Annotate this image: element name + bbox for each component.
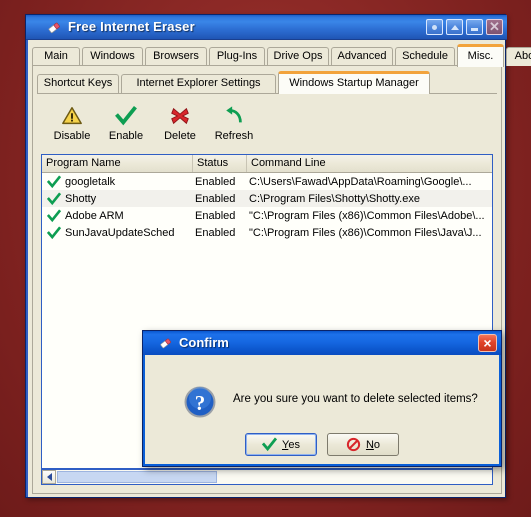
- scroll-left-icon: [46, 473, 52, 481]
- red-x-icon: [168, 104, 192, 128]
- disable-button-label: Disable: [53, 130, 91, 142]
- row-program-name: SunJavaUpdateSched: [65, 226, 175, 239]
- refresh-button-label: Refresh: [214, 130, 254, 142]
- tab-advanced[interactable]: Advanced: [331, 47, 393, 66]
- row-command-line: "C:\Program Files (x86)\Common Files\Jav…: [249, 226, 482, 239]
- enable-button[interactable]: Enable: [99, 100, 153, 154]
- tab-drive-ops[interactable]: Drive Ops: [267, 47, 329, 66]
- subtab-ie-settings[interactable]: Internet Explorer Settings: [121, 74, 276, 93]
- listview-header: Program Name Status Command Line: [42, 155, 492, 173]
- row-status: Enabled: [195, 226, 236, 239]
- dialog-close-button[interactable]: ×: [478, 334, 497, 352]
- yes-button-label: Yes: [282, 439, 300, 451]
- row-command-line: C:\Users\Fawad\AppData\Roaming\Google\..…: [249, 175, 472, 188]
- tab-main[interactable]: Main: [32, 47, 80, 66]
- svg-text:?: ?: [195, 391, 206, 415]
- row-status: Enabled: [195, 209, 236, 222]
- scrollbar-track[interactable]: [56, 470, 492, 484]
- row-program-name-cell: Shotty: [42, 191, 193, 207]
- row-status: Enabled: [195, 175, 236, 188]
- delete-button[interactable]: Delete: [153, 100, 207, 154]
- green-check-icon: [47, 191, 61, 205]
- table-row[interactable]: SunJavaUpdateSched Enabled "C:\Program F…: [42, 224, 492, 241]
- disable-button[interactable]: Disable: [45, 100, 99, 154]
- column-header-program-name[interactable]: Program Name: [42, 155, 193, 172]
- no-entry-icon: [346, 437, 361, 452]
- window-buttons: ✕: [426, 19, 503, 35]
- dialog-titlebar[interactable]: Confirm ×: [143, 331, 501, 355]
- rollup-button[interactable]: [426, 19, 443, 35]
- row-command-line: "C:\Program Files (x86)\Common Files\Ado…: [249, 209, 485, 222]
- dialog-body: ? Are you sure you want to delete select…: [145, 355, 499, 464]
- window-titlebar[interactable]: Free Internet Eraser ✕: [26, 15, 507, 40]
- minimize-icon: [471, 28, 478, 31]
- no-rest: o: [373, 438, 381, 451]
- row-program-name: Adobe ARM: [65, 209, 124, 222]
- yes-button[interactable]: Yes: [245, 433, 317, 456]
- chevron-up-icon: [450, 24, 459, 30]
- eraser-icon: [160, 338, 171, 349]
- close-icon: ✕: [489, 19, 500, 34]
- tab-misc[interactable]: Misc.: [457, 44, 504, 67]
- refresh-arrow-icon: [222, 104, 246, 128]
- dot-icon: [432, 24, 437, 30]
- row-program-name-cell: SunJavaUpdateSched: [42, 225, 193, 241]
- warning-triangle-icon: [60, 104, 84, 128]
- row-program-name-cell: googletalk: [42, 174, 193, 190]
- green-check-icon: [47, 174, 61, 188]
- question-mark-icon: ?: [184, 386, 216, 418]
- row-program-name: googletalk: [65, 175, 116, 188]
- table-row[interactable]: Adobe ARM Enabled "C:\Program Files (x86…: [42, 207, 492, 224]
- column-header-status[interactable]: Status: [193, 155, 247, 172]
- eraser-icon: [48, 22, 60, 33]
- refresh-button[interactable]: Refresh: [207, 100, 261, 154]
- scroll-left-button[interactable]: [42, 470, 56, 484]
- enable-button-label: Enable: [108, 130, 144, 142]
- table-row[interactable]: Shotty Enabled C:\Program Files\Shotty\S…: [42, 190, 492, 207]
- toolbar: Disable Enable Delete Refresh: [45, 100, 485, 154]
- close-button[interactable]: ✕: [486, 19, 503, 35]
- subtab-shortcut-keys[interactable]: Shortcut Keys: [37, 74, 119, 93]
- minimize-button[interactable]: [466, 19, 483, 35]
- tab-windows[interactable]: Windows: [82, 47, 143, 66]
- green-check-icon: [262, 437, 278, 452]
- restore-up-button[interactable]: [446, 19, 463, 35]
- row-command-line: C:\Program Files\Shotty\Shotty.exe: [249, 192, 420, 205]
- no-mnemonic: N: [365, 438, 374, 451]
- no-button-label: No: [366, 439, 380, 451]
- horizontal-scrollbar[interactable]: [41, 469, 493, 485]
- no-button[interactable]: No: [327, 433, 399, 456]
- scrollbar-thumb[interactable]: [57, 471, 217, 483]
- green-check-icon: [114, 104, 138, 128]
- yes-rest: es: [288, 438, 300, 451]
- row-program-name: Shotty: [65, 192, 97, 205]
- row-status: Enabled: [195, 192, 236, 205]
- tab-plugins[interactable]: Plug-Ins: [209, 47, 265, 66]
- subtab-windows-startup-manager[interactable]: Windows Startup Manager: [278, 71, 430, 94]
- table-row[interactable]: googletalk Enabled C:\Users\Fawad\AppDat…: [42, 173, 492, 190]
- green-check-icon: [47, 208, 61, 222]
- dialog-title: Confirm: [179, 335, 229, 350]
- tab-about[interactable]: About: [506, 47, 531, 66]
- row-program-name-cell: Adobe ARM: [42, 208, 193, 224]
- green-check-icon: [47, 225, 61, 239]
- column-header-command-line[interactable]: Command Line: [247, 155, 490, 172]
- dialog-message: Are you sure you want to delete selected…: [233, 393, 478, 405]
- delete-button-label: Delete: [164, 130, 196, 142]
- confirm-dialog: Confirm × ? Are you sure you want to del…: [142, 330, 502, 467]
- tabstrip: Main Windows Browsers Plug-Ins Drive Ops…: [32, 44, 531, 67]
- window-title: Free Internet Eraser: [68, 19, 195, 34]
- tab-browsers[interactable]: Browsers: [145, 47, 207, 66]
- tab-schedule[interactable]: Schedule: [395, 47, 455, 66]
